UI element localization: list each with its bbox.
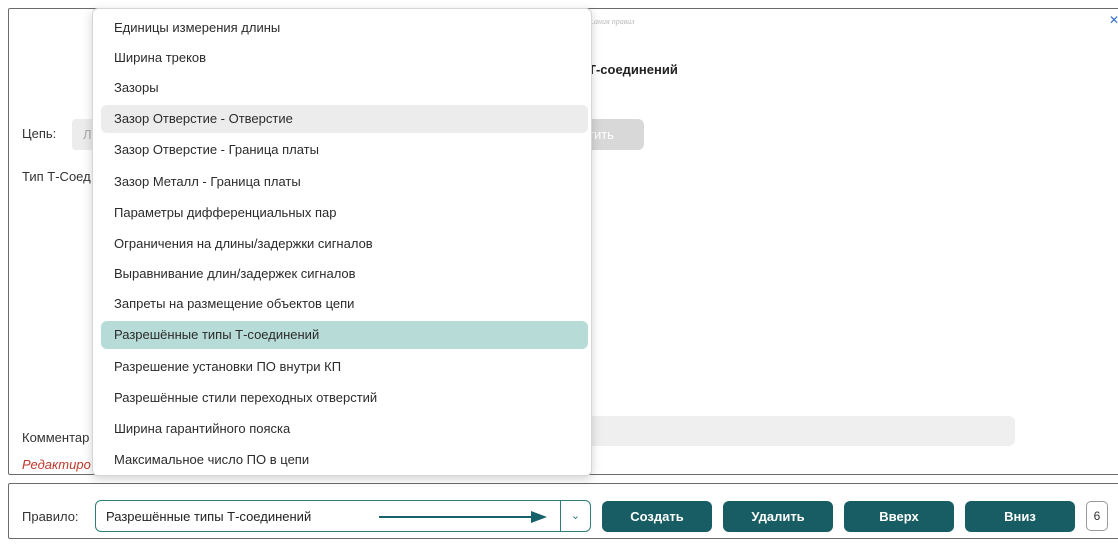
menu-item-via-in-pad[interactable]: Разрешение установки ПО внутри КП bbox=[101, 353, 588, 381]
menu-item-length-matching[interactable]: Выравнивание длин/задержек сигналов bbox=[101, 260, 588, 288]
rule-counter: 6 bbox=[1086, 501, 1108, 531]
comment-field[interactable] bbox=[588, 416, 1015, 446]
rule-select[interactable]: Разрешённые типы Т-соединений ⌄ bbox=[95, 500, 591, 532]
delete-button[interactable]: Удалить bbox=[723, 501, 833, 532]
rule-dropdown-menu: Единицы измерения длины Ширина треков За… bbox=[92, 8, 592, 476]
arrow-right-icon bbox=[379, 516, 534, 518]
menu-item-max-vias[interactable]: Максимальное число ПО в цепи bbox=[101, 446, 588, 474]
net-label: Цепь: bbox=[22, 126, 57, 141]
menu-item-length-limits[interactable]: Ограничения на длины/задержки сигналов bbox=[101, 230, 588, 258]
menu-item-annular-ring[interactable]: Ширина гарантийного пояска bbox=[101, 415, 588, 443]
menu-item-via-styles[interactable]: Разрешённые стили переходных отверстий bbox=[101, 384, 588, 412]
panel-title: Т-соединений bbox=[588, 62, 678, 77]
menu-item-length-units[interactable]: Единицы измерения длины bbox=[101, 14, 588, 42]
menu-item-diff-pairs[interactable]: Параметры дифференциальных пар bbox=[101, 199, 588, 227]
menu-item-t-junction-types[interactable]: Разрешённые типы Т-соединений bbox=[101, 321, 588, 349]
apply-button[interactable]: тить bbox=[588, 119, 644, 150]
menu-item-placement-bans[interactable]: Запреты на размещение объектов цепи bbox=[101, 290, 588, 318]
arrow-head bbox=[531, 511, 547, 523]
edit-link[interactable]: Редактиро bbox=[22, 457, 91, 472]
menu-item-metal-board-edge[interactable]: Зазор Металл - Граница платы bbox=[101, 168, 588, 196]
menu-item-clearances[interactable]: Зазоры bbox=[101, 74, 588, 102]
panel-hint: ...ания правил bbox=[588, 17, 635, 26]
comment-label: Комментар bbox=[22, 430, 90, 445]
t-type-label: Тип Т-Соед bbox=[22, 169, 91, 184]
menu-item-track-width[interactable]: Ширина треков bbox=[101, 44, 588, 72]
rule-label: Правило: bbox=[22, 509, 79, 524]
close-icon[interactable]: ✕ bbox=[1109, 14, 1118, 26]
menu-item-hole-board-edge[interactable]: Зазор Отверстие - Граница платы bbox=[101, 136, 588, 164]
up-button[interactable]: Вверх bbox=[844, 501, 954, 532]
create-button[interactable]: Создать bbox=[602, 501, 712, 532]
menu-item-hole-hole[interactable]: Зазор Отверстие - Отверстие bbox=[101, 105, 588, 133]
rule-select-value: Разрешённые типы Т-соединений bbox=[106, 509, 312, 524]
down-button[interactable]: Вниз bbox=[965, 501, 1075, 532]
chevron-down-icon[interactable]: ⌄ bbox=[560, 501, 590, 531]
